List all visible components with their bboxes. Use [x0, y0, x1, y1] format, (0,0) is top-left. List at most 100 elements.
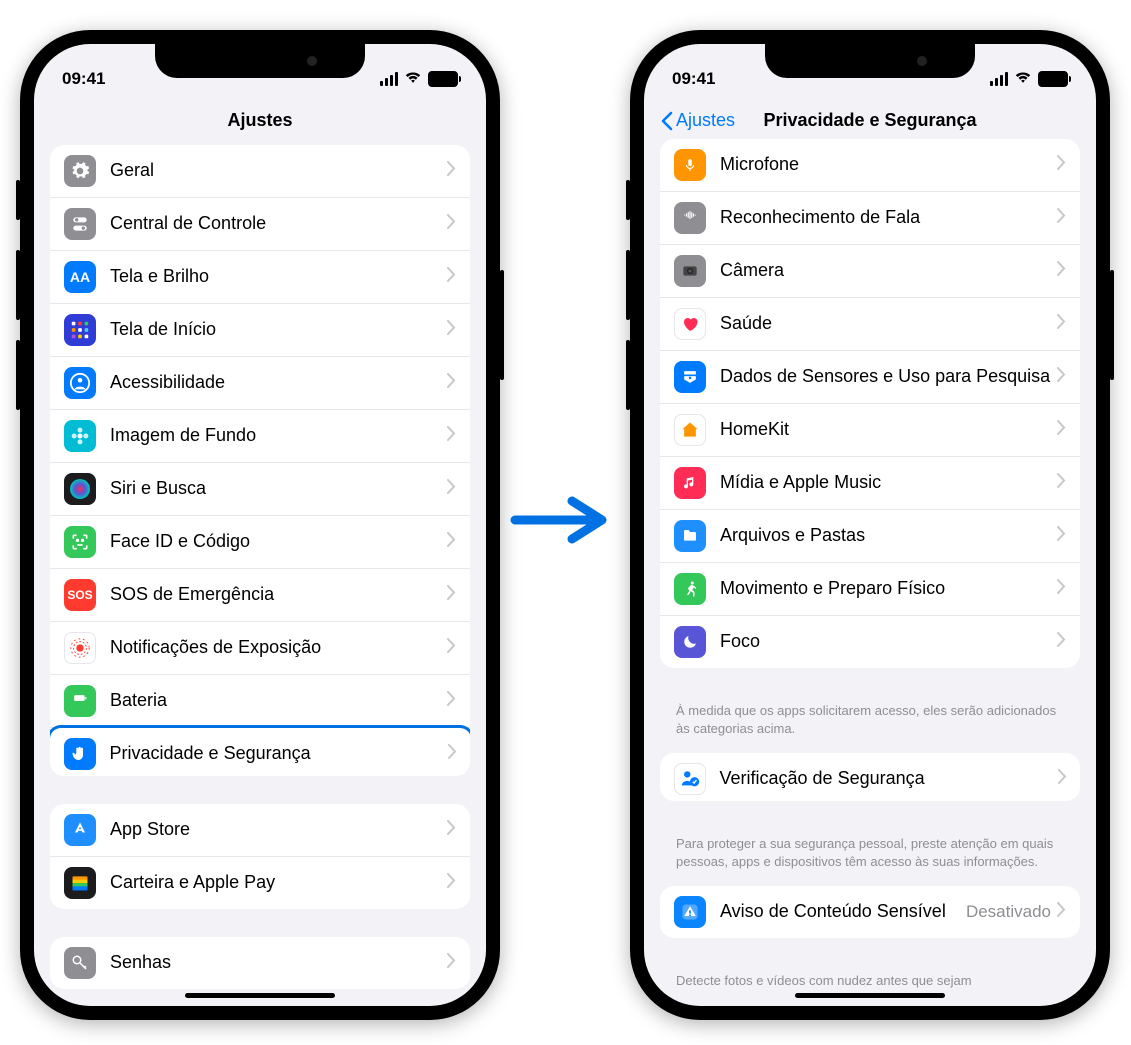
home-indicator[interactable] — [185, 993, 335, 998]
aviso-conteudo-icon — [674, 896, 706, 928]
row-label: Notificações de Exposição — [110, 637, 447, 659]
chevron-right-icon — [1058, 769, 1067, 789]
settings-row-microfone[interactable]: Microfone — [660, 139, 1080, 192]
foco-icon — [674, 626, 706, 658]
settings-row-dados-sensores[interactable]: Dados de Sensores e Uso para Pesquisa — [660, 351, 1080, 404]
row-label: Verificação de Segurança — [720, 768, 1058, 790]
chevron-right-icon — [1057, 208, 1066, 228]
central-controle-icon — [64, 208, 96, 240]
phone-left: 09:41 Ajustes GeralCentral de ControleAA… — [20, 30, 500, 1020]
notch — [155, 44, 365, 78]
battery-icon — [428, 71, 458, 87]
row-label: Dados de Sensores e Uso para Pesquisa — [720, 366, 1057, 388]
settings-group: App Store Carteira e Apple Pay — [50, 804, 470, 909]
row-label: Movimento e Preparo Físico — [720, 578, 1057, 600]
settings-row-arquivos[interactable]: Arquivos e Pastas — [660, 510, 1080, 563]
settings-group: Verificação de Segurança — [660, 753, 1080, 801]
row-label: Tela de Início — [110, 319, 447, 341]
settings-row-midia-music[interactable]: Mídia e Apple Music — [660, 457, 1080, 510]
settings-row-central-controle[interactable]: Central de Controle — [50, 198, 470, 251]
movimento-icon — [674, 573, 706, 605]
settings-row-tela-inicio[interactable]: Tela de Início — [50, 304, 470, 357]
carteira-icon — [64, 867, 96, 899]
settings-row-geral[interactable]: Geral — [50, 145, 470, 198]
settings-row-siri-busca[interactable]: Siri e Busca — [50, 463, 470, 516]
settings-row-sos[interactable]: SOSSOS de Emergência — [50, 569, 470, 622]
chevron-right-icon — [447, 691, 456, 711]
settings-row-bateria[interactable]: Bateria — [50, 675, 470, 728]
chevron-right-icon — [447, 479, 456, 499]
settings-row-camera[interactable]: Câmera — [660, 245, 1080, 298]
row-label: Microfone — [720, 154, 1057, 176]
battery-icon — [1038, 71, 1068, 87]
chevron-right-icon — [1057, 261, 1066, 281]
arrow-icon — [510, 495, 610, 550]
settings-group: Microfone Reconhecimento de FalaCâmera Saú… — [660, 139, 1080, 668]
bateria-icon — [64, 685, 96, 717]
group-footer: Para proteger a sua segurança pessoal, p… — [660, 829, 1080, 886]
row-label: Foco — [720, 631, 1057, 653]
row-label: Geral — [110, 160, 447, 182]
settings-row-aviso-conteudo[interactable]: Aviso de Conteúdo SensívelDesativado — [660, 886, 1080, 938]
chevron-right-icon — [447, 373, 456, 393]
geral-icon — [64, 155, 96, 187]
settings-row-face-id[interactable]: Face ID e Código — [50, 516, 470, 569]
settings-row-homekit[interactable]: HomeKit — [660, 404, 1080, 457]
settings-row-movimento[interactable]: Movimento e Preparo Físico — [660, 563, 1080, 616]
row-label: Senhas — [110, 952, 447, 974]
back-button[interactable]: Ajustes — [660, 110, 735, 131]
settings-group: Geral Central de Controle AATela e Brilho T… — [50, 145, 470, 776]
camera-icon — [674, 255, 706, 287]
row-label: Aviso de Conteúdo Sensível — [720, 901, 966, 923]
settings-row-reconhecimento-fala[interactable]: Reconhecimento de Fala — [660, 192, 1080, 245]
settings-row-app-store[interactable]: App Store — [50, 804, 470, 857]
phone-right: 09:41 Ajustes Privacidade e Segurança Mi… — [630, 30, 1110, 1020]
arquivos-icon — [674, 520, 706, 552]
saude-icon — [674, 308, 706, 340]
navbar-title: Privacidade e Segurança — [763, 110, 976, 130]
row-label: Saúde — [720, 313, 1057, 335]
tela-brilho-icon: AA — [64, 261, 96, 293]
settings-row-senhas[interactable]: Senhas — [50, 937, 470, 989]
chevron-right-icon — [1057, 314, 1066, 334]
chevron-right-icon — [447, 161, 456, 181]
settings-row-imagem-fundo[interactable]: Imagem de Fundo — [50, 410, 470, 463]
settings-row-tela-brilho[interactable]: AATela e Brilho — [50, 251, 470, 304]
settings-group: Aviso de Conteúdo SensívelDesativado — [660, 886, 1080, 938]
wifi-icon — [1014, 69, 1032, 89]
row-label: Acessibilidade — [110, 372, 447, 394]
chevron-right-icon — [1057, 367, 1066, 387]
settings-row-verificacao-seguranca[interactable]: Verificação de Segurança — [660, 753, 1080, 801]
app-store-icon — [64, 814, 96, 846]
home-indicator[interactable] — [795, 993, 945, 998]
settings-row-foco[interactable]: Foco — [660, 616, 1080, 668]
privacidade-icon — [64, 738, 96, 770]
chevron-right-icon — [1057, 155, 1066, 175]
cellular-icon — [380, 72, 398, 86]
navbar-title: Ajustes — [34, 100, 486, 145]
chevron-right-icon — [1057, 526, 1066, 546]
group-footer: Detecte fotos e vídeos com nudez antes q… — [660, 966, 1080, 991]
settings-row-notif-exposicao[interactable]: Notificações de Exposição — [50, 622, 470, 675]
row-label: Carteira e Apple Pay — [110, 872, 447, 894]
settings-row-saude[interactable]: Saúde — [660, 298, 1080, 351]
verificacao-seguranca-icon — [674, 763, 706, 795]
chevron-right-icon — [447, 426, 456, 446]
midia-music-icon — [674, 467, 706, 499]
acessibilidade-icon — [64, 367, 96, 399]
chevron-right-icon — [447, 953, 456, 973]
row-label: Central de Controle — [110, 213, 447, 235]
status-time: 09:41 — [672, 69, 715, 89]
chevron-right-icon — [1057, 473, 1066, 493]
settings-row-privacidade[interactable]: Privacidade e Segurança — [50, 725, 470, 777]
chevron-right-icon — [448, 744, 457, 764]
chevron-right-icon — [447, 585, 456, 605]
chevron-right-icon — [1057, 579, 1066, 599]
imagem-fundo-icon — [64, 420, 96, 452]
chevron-right-icon — [447, 320, 456, 340]
settings-group: Senhas — [50, 937, 470, 989]
chevron-right-icon — [447, 532, 456, 552]
row-label: Imagem de Fundo — [110, 425, 447, 447]
settings-row-acessibilidade[interactable]: Acessibilidade — [50, 357, 470, 410]
settings-row-carteira[interactable]: Carteira e Apple Pay — [50, 857, 470, 909]
